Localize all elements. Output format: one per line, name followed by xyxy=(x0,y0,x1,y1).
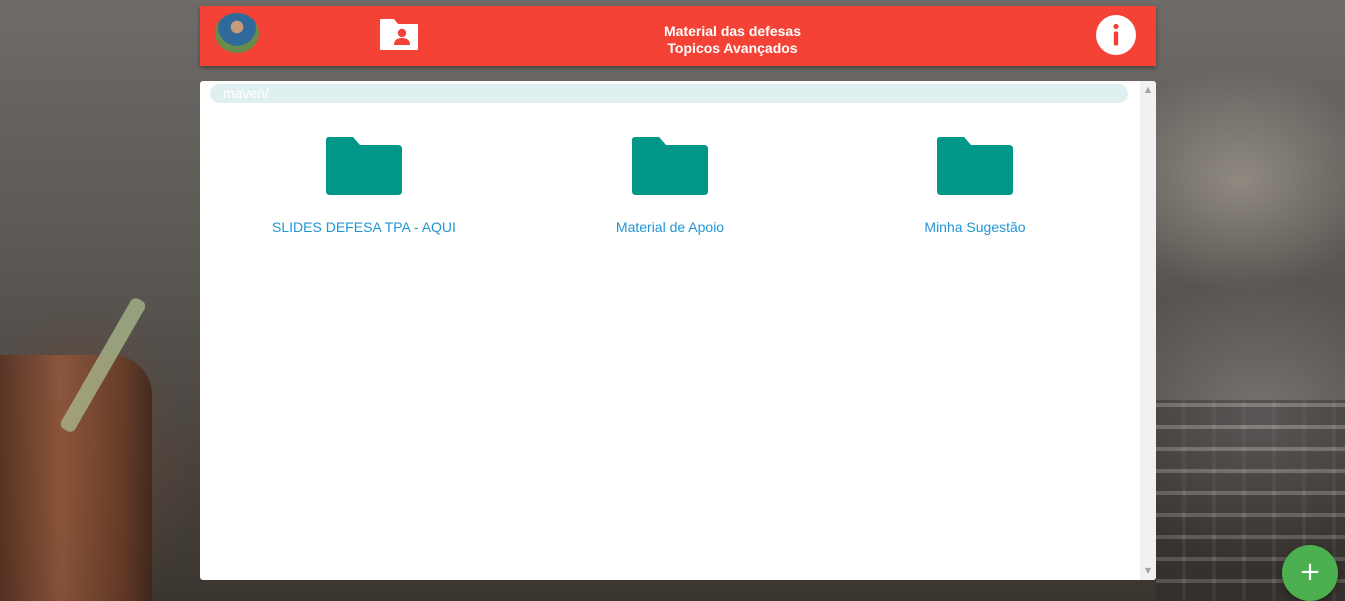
folder-label[interactable]: Minha Sugestão xyxy=(855,219,1095,235)
background-pencil-cup xyxy=(0,355,152,601)
folder-item-minha-sugestao[interactable]: Minha Sugestão xyxy=(855,133,1095,235)
vertical-scrollbar[interactable]: ▲ ▼ xyxy=(1140,81,1156,580)
scroll-up-icon[interactable]: ▲ xyxy=(1140,83,1156,97)
title-line-2: Topicos Avançados xyxy=(667,40,798,56)
folder-shared-icon[interactable] xyxy=(378,16,420,52)
folder-label[interactable]: SLIDES DEFESA TPA - AQUI xyxy=(244,219,484,235)
info-icon[interactable] xyxy=(1096,15,1136,55)
breadcrumb[interactable]: maven/ xyxy=(210,84,1128,103)
user-avatar[interactable] xyxy=(215,13,259,53)
title-line-1: Material das defesas xyxy=(664,23,801,39)
folder-label[interactable]: Material de Apoio xyxy=(550,219,790,235)
folder-icon xyxy=(937,137,1013,195)
file-browser-panel: maven/ SLIDES DEFESA TPA - AQUI Material… xyxy=(200,81,1156,580)
folder-icon xyxy=(326,137,402,195)
folder-item-slides-defesa[interactable]: SLIDES DEFESA TPA - AQUI xyxy=(244,133,484,235)
page-title: Material das defesas Topicos Avançados xyxy=(580,23,885,57)
folder-item-material-apoio[interactable]: Material de Apoio xyxy=(550,133,790,235)
app-header: Material das defesas Topicos Avançados xyxy=(200,6,1156,66)
folder-icon xyxy=(632,137,708,195)
add-button[interactable]: + xyxy=(1282,545,1338,601)
scroll-down-icon[interactable]: ▼ xyxy=(1140,564,1156,578)
